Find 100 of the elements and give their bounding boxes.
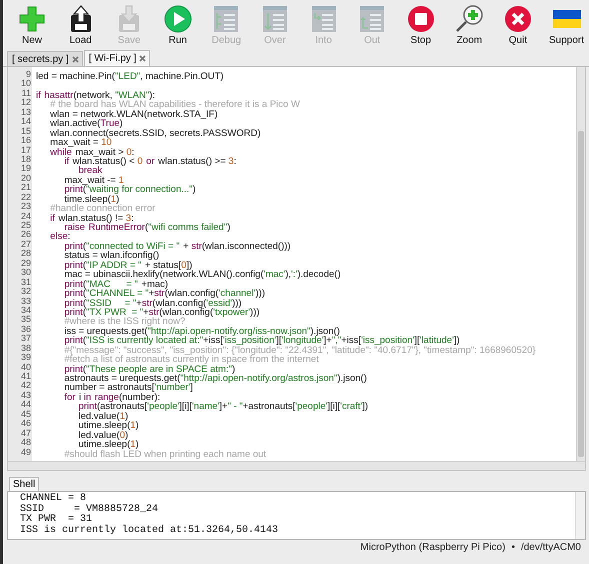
- line-number: 36: [20, 324, 32, 334]
- code-line: print("TX PWR = "+str(wlan.config('txpower'))): [63, 306, 260, 318]
- separator-dot: •: [511, 542, 515, 553]
- line-number: 16: [20, 136, 32, 146]
- scrollbar[interactable]: [8, 461, 585, 470]
- line-number: 19: [20, 164, 32, 174]
- code-line: iss = urequests.get("http://api.open-notify.org/iss-now.json").json(): [63, 326, 340, 337]
- code-line: if wlan.status() < 0 or wlan.status() >= 3:: [63, 156, 236, 167]
- line-number: 21: [20, 183, 32, 193]
- line-number: 22: [20, 192, 32, 202]
- code-line: print("waiting for connection..."): [63, 184, 196, 196]
- run-icon: [162, 4, 193, 34]
- close-icon[interactable]: [72, 56, 79, 62]
- new-button[interactable]: New: [8, 0, 56, 48]
- line-number: 17: [20, 146, 32, 155]
- code-line: for i in range(number):: [63, 392, 160, 403]
- new-file-icon: [17, 4, 47, 34]
- code-line: astronauts = urequests.get("http://api.open-notify.org/astros.json").json(): [63, 373, 367, 384]
- line-number: 24: [20, 212, 32, 221]
- code-line: wlan.connect(secrets.SSID, secrets.PASSWORD): [49, 128, 261, 139]
- line-number: 32: [20, 287, 32, 296]
- code-line: print("connected to WiFi = " + str(wlan.isconnected())): [63, 240, 291, 252]
- load-button[interactable]: Load: [56, 0, 105, 48]
- code-line: #fetch a list of astronauts currently in space from the internet: [63, 354, 319, 366]
- shell-output-line: ISS is currently located at:51.3264,50.4143: [20, 526, 280, 536]
- line-number: 43: [20, 390, 32, 400]
- code-line: #where is the ISS right now?: [63, 316, 186, 328]
- line-number: 25: [20, 221, 32, 230]
- stop-button[interactable]: Stop: [396, 0, 445, 48]
- zoom-icon: [454, 4, 484, 34]
- shell-tab[interactable]: Shell: [9, 477, 40, 491]
- line-number: 44: [20, 400, 32, 410]
- line-number: 39: [20, 353, 32, 363]
- close-icon: [502, 4, 533, 34]
- code-line: if hasattr(network, "WLAN"):: [36, 90, 156, 101]
- line-number: 31: [20, 278, 32, 288]
- code-line: print(astronauts['people'][i]['name']+" - "+astronauts['people'][i]['craft']): [77, 401, 368, 412]
- line-number: 23: [20, 202, 32, 212]
- code-line: # the board has WLAN capabilities - therefore it is a Pico W: [49, 99, 300, 110]
- code-line: while max_wait > 0:: [49, 146, 134, 158]
- port-label[interactable]: /dev/ttyACM0: [520, 542, 581, 553]
- line-number: 12: [20, 98, 32, 108]
- line-number: 41: [20, 372, 32, 382]
- line-number: 10: [20, 79, 32, 89]
- interpreter-label[interactable]: MicroPython (Raspberry Pi Pico): [360, 542, 506, 553]
- code-line: print("These people are in SPACE atm:"): [63, 364, 236, 375]
- code-line: mac = ubinascii.hexlify(network.WLAN().config('mac'),':').decode(): [63, 269, 341, 280]
- code-line: wlan.active(True): [49, 118, 123, 130]
- close-icon[interactable]: [139, 55, 146, 62]
- code-line: print("ISS is currently located at:"+iss['iss_position']['longitude']+","+iss['iss_position']['latitude']): [63, 335, 460, 346]
- shell-output-line: CHANNEL = 8: [20, 494, 88, 504]
- scrollbar[interactable]: [575, 492, 585, 539]
- run-button[interactable]: Run: [154, 0, 202, 48]
- code-line: #handle connection error: [49, 203, 156, 214]
- line-number: 30: [20, 268, 32, 278]
- line-number: 9: [24, 70, 32, 80]
- code-line: #should flash LED when printing each name out: [63, 448, 266, 460]
- shell-output-line: SSID = VM8885728_24: [20, 504, 160, 514]
- line-number: 29: [20, 258, 32, 268]
- code-line: led = machine.Pin("LED", machine.Pin.OUT): [36, 71, 224, 82]
- code-line: led.value(0): [77, 430, 128, 441]
- quit-button[interactable]: Quit: [494, 0, 542, 48]
- line-number: 11: [20, 88, 32, 98]
- flag-button[interactable]: Support: [542, 0, 589, 48]
- shell-output-line: TX PWR = 31: [20, 515, 92, 525]
- file-tab[interactable]: [ secrets.py ]: [7, 51, 83, 66]
- line-number: 37: [20, 334, 32, 344]
- code-line: print("CHANNEL = "+str(wlan.config('channel'))): [63, 288, 265, 300]
- code-line: print("SSID = "+str(wlan.config('essid'))): [63, 298, 242, 308]
- file-tab[interactable]: [ Wi-Fi.py ]: [84, 50, 150, 66]
- code-line: status = wlan.ifconfig(): [63, 250, 160, 262]
- zoom-button[interactable]: Zoom: [445, 0, 494, 48]
- line-number: 34: [20, 306, 32, 316]
- code-line: #{"message": "success", "iss_position": {"longitude": "22.4391", "latitude": "40.6717"}, "timestamp": 1668960520}: [63, 344, 536, 356]
- code-line: time.sleep(1): [64, 194, 120, 205]
- code-line: led.value(1): [77, 410, 128, 422]
- code-line: print("IP ADDR = " + status[0]): [63, 260, 192, 271]
- line-number: 26: [20, 230, 32, 240]
- code-line: print("MAC = " +mac): [63, 278, 168, 290]
- line-number: 15: [20, 126, 32, 136]
- code-line: break: [78, 165, 102, 176]
- scrollbar[interactable]: [576, 67, 585, 461]
- line-number: 42: [20, 381, 32, 391]
- line-number: 35: [20, 315, 32, 325]
- code-line: raise RuntimeError("wifi comms failed"): [64, 222, 230, 233]
- line-number: 14: [20, 117, 32, 127]
- line-number: 40: [20, 362, 32, 372]
- code-line: max_wait -= 1: [63, 174, 124, 186]
- line-number: 46: [20, 419, 32, 429]
- code-line: else:: [49, 231, 70, 242]
- code-line: utime.sleep(1): [77, 420, 139, 432]
- line-number: 47: [20, 428, 32, 438]
- line-number: 48: [20, 438, 32, 448]
- line-number: 13: [20, 108, 32, 118]
- line-number: 38: [20, 344, 32, 354]
- line-number: 28: [20, 249, 32, 259]
- line-number: 18: [20, 154, 32, 164]
- code-line: max_wait = 10: [49, 137, 112, 148]
- code-line: number = astronauts['number']: [63, 382, 193, 394]
- line-number: 49: [20, 448, 32, 457]
